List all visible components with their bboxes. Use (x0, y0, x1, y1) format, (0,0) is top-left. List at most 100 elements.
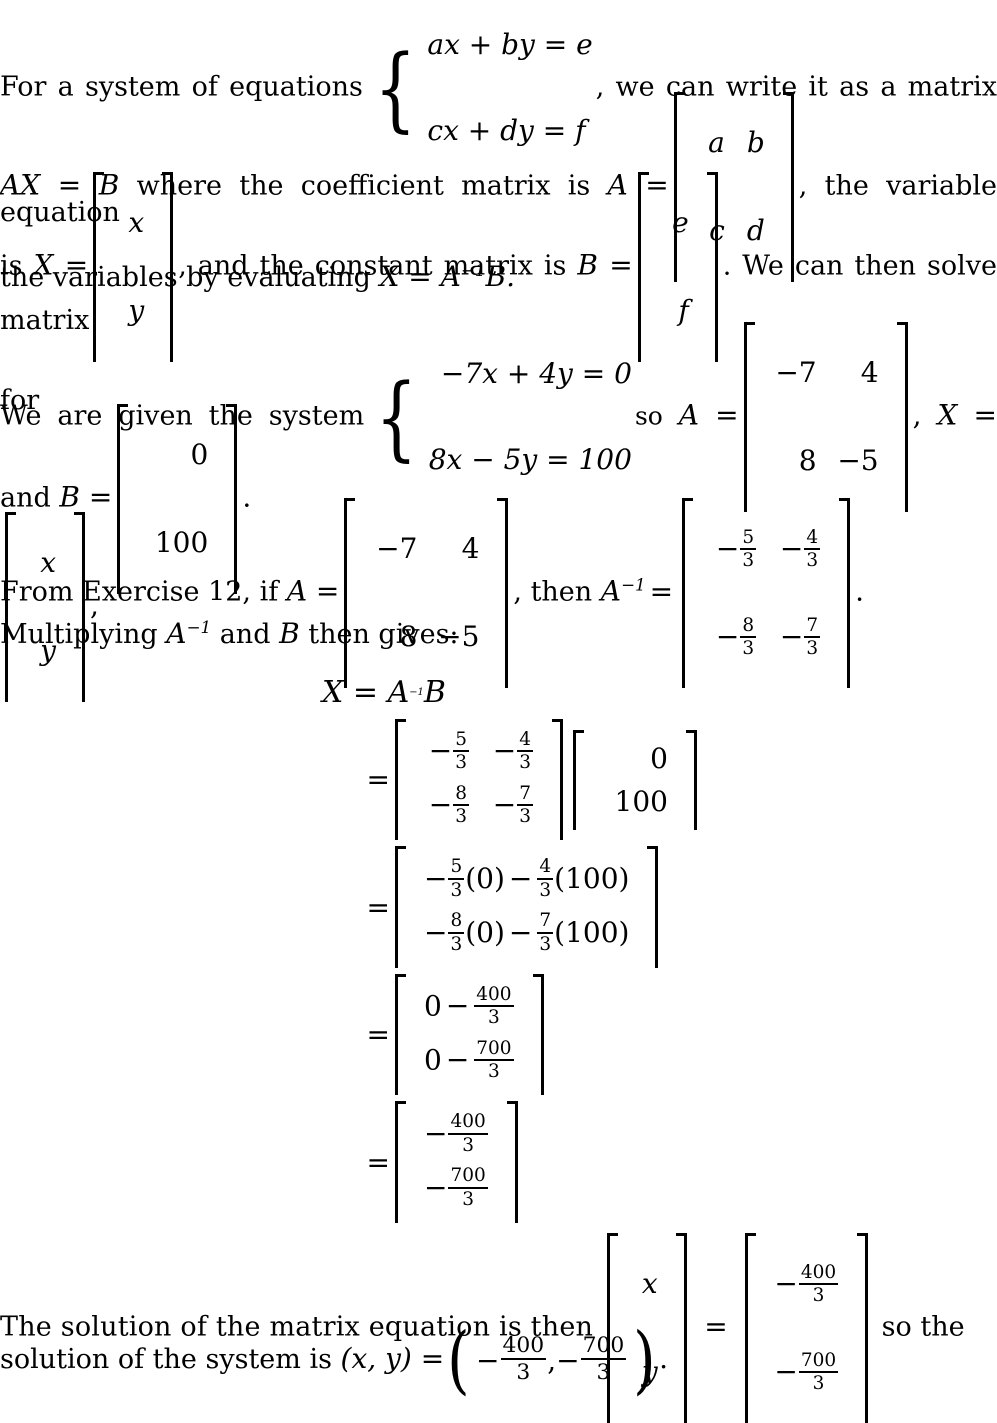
inverse-text-3: , then (513, 576, 601, 608)
fraction-numerator: 4 (537, 857, 554, 880)
derivation-line-2: = −5 3 −4 3 −8 3 −7 3 0 100 (356, 719, 702, 841)
formula-X-equals-Ainv-B: X = A (379, 260, 461, 293)
label-A-inverse: A (600, 574, 621, 608)
left-term: 0 (424, 989, 442, 1023)
fraction-denominator: 3 (462, 1188, 474, 1210)
exponent-minus-one: −1 (621, 574, 646, 595)
generic-equation-1: ax + by = e (427, 28, 593, 61)
conclusion-line-2: solution of the system is (x, y) = ( −40… (0, 1320, 997, 1400)
fraction-denominator: 3 (488, 1007, 500, 1029)
fraction-denominator: 3 (516, 1360, 531, 1386)
ordered-pair-solution: ( −400 3 ,− 700 3 ) (444, 1322, 659, 1400)
fraction-numerator: 7 (537, 911, 554, 934)
matrix-cell-expression: −8 3 (0) −7 3 (100) (415, 907, 638, 961)
fraction-denominator: 3 (455, 752, 467, 774)
fraction-sign: − (428, 734, 453, 768)
matrix-row: 0 (137, 411, 217, 499)
matrix-cell: 0 (190, 438, 209, 471)
fraction-sign: − (715, 532, 740, 565)
multiply-text-e: then gives: (299, 619, 459, 650)
equals-sign: = (366, 890, 390, 924)
matrix-row: −5 3 (0) −4 3 (100) (415, 853, 638, 907)
matrix-cell-fraction: −5 3 (702, 505, 766, 593)
matrix-cell-fraction: −7 3 (479, 780, 543, 834)
fraction-denominator: 3 (519, 752, 531, 774)
fraction-denominator: 3 (596, 1360, 611, 1386)
derivation-line-3: = −5 3 (0) −4 3 (100) −8 3 (0) −7 3 (100) (356, 846, 702, 969)
derivation-expression-tail: B (423, 674, 446, 710)
matrix-bracket-right (506, 1101, 518, 1224)
conclusion-text-4: solution of the system is (0, 1344, 341, 1375)
matrix-A-inverse: −5 3 −4 3 −8 3 −7 3 (682, 498, 851, 688)
matrix-row: −7 4 (364, 505, 488, 593)
matrix-cell-fraction: −400 3 (765, 1240, 848, 1328)
derivation-block: X = A −1 B = −5 3 −4 3 −8 3 −7 3 0 100 =… (322, 669, 702, 1224)
matrix-bracket-left (682, 498, 694, 688)
matrix-row: −400 3 (765, 1240, 848, 1328)
ordered-pair-label: (x, y) = (340, 1342, 445, 1375)
fraction-sign: − (476, 1343, 500, 1377)
fraction-sign: − (492, 734, 517, 768)
matrix-A-inverse-source: −7 4 8 −5 (344, 498, 509, 688)
fraction-denominator: 3 (539, 879, 552, 901)
fraction-sign: − (428, 788, 453, 822)
fraction-numerator: 400 (448, 1112, 488, 1135)
matrix-cell-fraction: −400 3 (415, 1108, 498, 1162)
fraction-numerator: 700 (580, 1334, 627, 1361)
fraction-numerator: 700 (448, 1166, 488, 1189)
fraction-numerator: 7 (517, 783, 533, 807)
inverse-text-1: From Exercise 12, if (0, 576, 287, 608)
matrix-bracket-right (497, 498, 509, 688)
matrix-cell: −7 (376, 532, 418, 565)
matrix-bracket-right (839, 498, 851, 688)
fraction-sign: − (556, 1343, 580, 1377)
conclusion-period: . (659, 1342, 669, 1375)
fraction-sign: − (424, 861, 448, 895)
matrix-row: x (627, 1240, 667, 1328)
matrix-bracket-right (647, 846, 659, 969)
fraction-denominator: 3 (519, 806, 531, 828)
right-paren: ) (633, 1316, 656, 1403)
exponent-minus-one: −1 (409, 686, 424, 698)
matrix-bracket-left (344, 498, 356, 688)
matrix-cell-fraction: −8 3 (415, 780, 479, 834)
matrix-cell-fraction: −4 3 (479, 726, 543, 780)
matrix-A-inverse-operand: −5 3 −4 3 −8 3 −7 3 (395, 719, 563, 841)
derivation-line-1: X = A −1 B (322, 669, 702, 715)
derivation-expression: X = A (322, 674, 410, 710)
matrix-row: −700 3 (415, 1162, 498, 1216)
fraction-numerator: 5 (448, 857, 465, 880)
multiply-text-c: and (211, 619, 280, 650)
left-term: 0 (424, 1043, 442, 1077)
multiply-heading: Multiplying A−1 and B then gives: (0, 607, 997, 655)
matrix-bracket-right (552, 719, 563, 841)
equals-sign: = (366, 1145, 390, 1179)
matrix-cell: 100 (614, 784, 668, 818)
ordered-pair-inner: −400 3 ,− 700 3 (473, 1322, 630, 1400)
matrix-bracket-left (395, 973, 406, 1096)
minus-operator: − (508, 915, 533, 949)
matrix-B-operand: 0 100 (573, 729, 697, 830)
exponent-minus-one: −1 (460, 260, 486, 280)
fraction-denominator: 3 (812, 1285, 825, 1307)
fraction-numerator: 5 (740, 527, 757, 551)
fraction-numerator: 4 (804, 527, 821, 551)
fraction-numerator: 8 (448, 911, 465, 934)
fraction-sign: − (774, 1267, 798, 1300)
matrix-bracket-right (532, 973, 544, 1096)
matrix-row: −5 3 −4 3 (702, 505, 830, 593)
matrix-cell-fraction: −4 3 (766, 505, 830, 593)
inverse-paragraph: From Exercise 12, if A = −7 4 8 −5 , the… (0, 498, 997, 688)
multiply-text-a: Multiplying (0, 619, 167, 650)
minus-operator: − (508, 861, 533, 895)
derivation-line-5: = −400 3 −700 3 (356, 1101, 702, 1224)
exponent-minus-one: −1 (186, 617, 212, 637)
fraction-sign: − (424, 1170, 448, 1204)
factor-value: (0) (465, 861, 505, 895)
minus-operator: − (445, 989, 470, 1023)
matrix-row: −400 3 (415, 1108, 498, 1162)
factor-value: (100) (554, 861, 630, 895)
matrix-cell-expression: 0−700 3 (415, 1035, 524, 1089)
label-B: B (279, 617, 300, 650)
fraction-numerator: 8 (453, 783, 469, 807)
